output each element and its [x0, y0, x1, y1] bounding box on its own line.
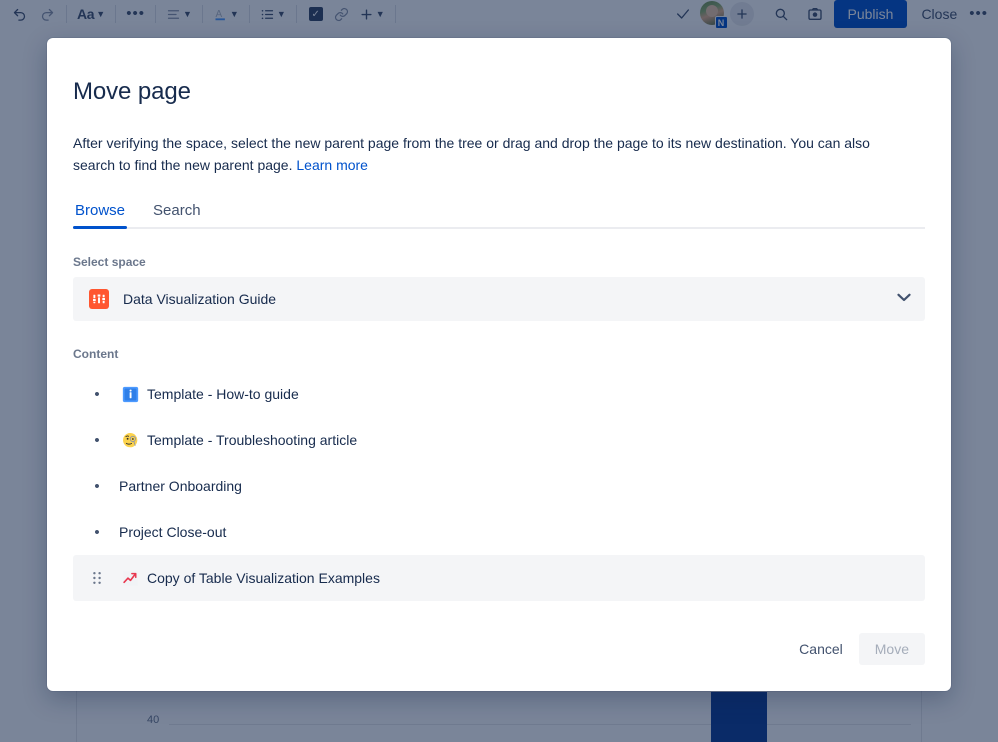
learn-more-link[interactable]: Learn more: [296, 157, 368, 173]
tree-item-label: Partner Onboarding: [119, 478, 242, 494]
space-select[interactable]: Data Visualization Guide: [73, 277, 925, 321]
content-label: Content: [73, 347, 119, 361]
drag-handle-icon[interactable]: [75, 570, 119, 586]
bullet-icon: •: [94, 431, 100, 449]
dialog-title: Move page: [73, 78, 191, 105]
tree-row[interactable]: • Partner Onboarding: [73, 463, 925, 509]
face-with-monocle-emoji: [119, 432, 141, 449]
dialog-tabs: Browse Search: [73, 202, 925, 229]
tab-browse[interactable]: Browse: [73, 202, 128, 229]
space-name: Data Visualization Guide: [123, 291, 277, 307]
cancel-button[interactable]: Cancel: [787, 633, 855, 665]
dialog-description: After verifying the space, select the ne…: [73, 132, 909, 176]
tab-search[interactable]: Search: [151, 202, 203, 227]
bullet-icon: •: [94, 385, 100, 403]
chevron-down-icon[interactable]: [897, 293, 911, 305]
tree-item-label: Copy of Table Visualization Examples: [147, 570, 380, 586]
move-page-dialog: Move page After verifying the space, sel…: [47, 38, 951, 691]
tree-row[interactable]: • Project Close-out: [73, 509, 925, 555]
dialog-footer: Cancel Move: [73, 633, 925, 691]
description-text: After verifying the space, select the ne…: [73, 135, 870, 173]
bullet-icon: •: [94, 477, 100, 495]
move-button: Move: [858, 633, 925, 665]
tree-row[interactable]: • Template - How-to guide: [73, 371, 925, 417]
select-space-label: Select space: [73, 255, 146, 269]
sliders-icon: [89, 289, 109, 309]
bullet-icon: •: [94, 523, 100, 541]
tree-item-label: Template - How-to guide: [147, 386, 299, 402]
chart-increasing-emoji: [119, 570, 141, 587]
information-emoji: [119, 386, 141, 403]
tree-row-selected[interactable]: Copy of Table Visualization Examples: [73, 555, 925, 601]
content-tree: • Template - How-to guide • Template - T…: [73, 371, 925, 601]
tree-item-label: Template - Troubleshooting article: [147, 432, 358, 448]
tree-item-label: Project Close-out: [119, 524, 227, 540]
tree-row[interactable]: • Template - Troubleshooting article: [73, 417, 925, 463]
